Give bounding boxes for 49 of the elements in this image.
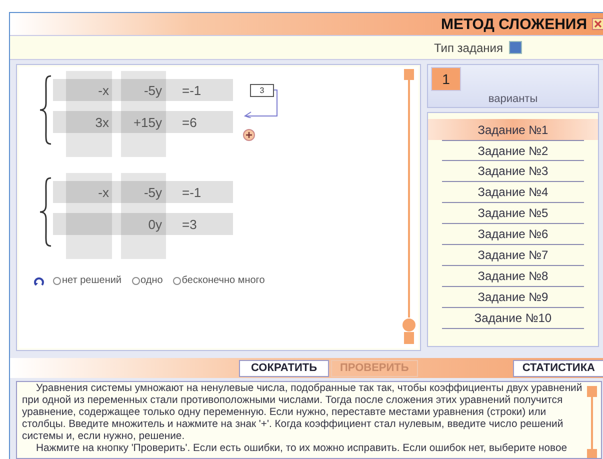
y-term: -5y — [142, 82, 163, 98]
equation-row[interactable]: 0y =3 — [53, 213, 233, 235]
right-side: =6 — [182, 114, 197, 130]
x-term: -x — [97, 184, 110, 200]
solution-option[interactable]: нет решений — [53, 275, 122, 286]
reduce-button[interactable]: СОКРАТИТЬ — [239, 360, 329, 376]
task-item[interactable]: Задание №5 — [442, 203, 584, 224]
equation-row[interactable]: -x -5y =-1 — [53, 181, 233, 203]
task-item[interactable]: Задание №6 — [442, 224, 584, 245]
task-item[interactable]: Задание №10 — [442, 308, 584, 329]
plus-icon — [246, 132, 252, 138]
y-term: -5y — [142, 184, 163, 200]
task-item[interactable]: Задание №9 — [442, 287, 584, 308]
right-side: =-1 — [182, 82, 202, 98]
solution-option[interactable]: одно — [132, 275, 163, 286]
task-item[interactable]: Задание №4 — [442, 182, 584, 203]
reset-icon[interactable] — [33, 276, 45, 286]
equation-row[interactable]: 3x +15y =6 — [53, 111, 233, 133]
brace-icon — [39, 75, 53, 145]
right-side: =-1 — [182, 184, 202, 200]
multiplier-field[interactable]: 3 — [250, 84, 274, 97]
variant-number[interactable]: 1 — [431, 67, 461, 91]
right-side: =3 — [182, 216, 197, 232]
plus-button[interactable] — [243, 129, 255, 141]
y-term: +15y — [132, 114, 163, 130]
brace-icon — [39, 177, 53, 247]
radio-button[interactable] — [172, 276, 181, 284]
variant-label: варианты — [488, 93, 538, 105]
task-item[interactable]: Задание №2 — [442, 140, 584, 161]
task-item[interactable]: Задание №7 — [442, 245, 584, 266]
equation-row[interactable]: -x -5y =-1 — [53, 79, 233, 101]
radio-button[interactable] — [132, 276, 140, 284]
task-item[interactable]: Задание №3 — [442, 161, 584, 182]
help-text: Нажмите на кнопку 'Проверить'. Если есть ошибки, то их можно исправить. Если ошибок нет, выберите новое — [35, 443, 568, 455]
window-title: МЕТОД СЛОЖЕНИЯ — [440, 16, 587, 32]
scrollbar[interactable] — [402, 69, 416, 344]
x-term: 3x — [94, 114, 110, 130]
y-term: 0y — [147, 216, 163, 232]
task-item[interactable]: Задание №1 — [428, 119, 598, 140]
solution-option[interactable]: бесконечно много — [172, 275, 265, 286]
task-item[interactable]: Задание №8 — [442, 266, 584, 287]
radio-button[interactable] — [53, 276, 61, 284]
x-term: -x — [97, 82, 110, 98]
task-type-label: Тип задания — [434, 40, 503, 54]
statistics-button[interactable]: СТАТИСТИКА — [513, 360, 603, 376]
help-text: Уравнения системы умножают на ненулевые числа, подобранные так так, чтобы коэффициенты двух уравнений при одной из переменных стали противоположными числами. Тогда после сложения этих уравнений получится уравнение, содержащее только одну переменную. Если нужно, переставте местами уравнения (строки) или столбцы. Введите множитель и нажмите на знак '+'. Когда коэффициент стал нулевым, введите число решений системы и, если нужно, решение. — [22, 383, 584, 443]
task-type-toggle[interactable] — [509, 41, 522, 54]
close-icon[interactable] — [592, 18, 603, 30]
scrollbar[interactable] — [587, 386, 597, 458]
